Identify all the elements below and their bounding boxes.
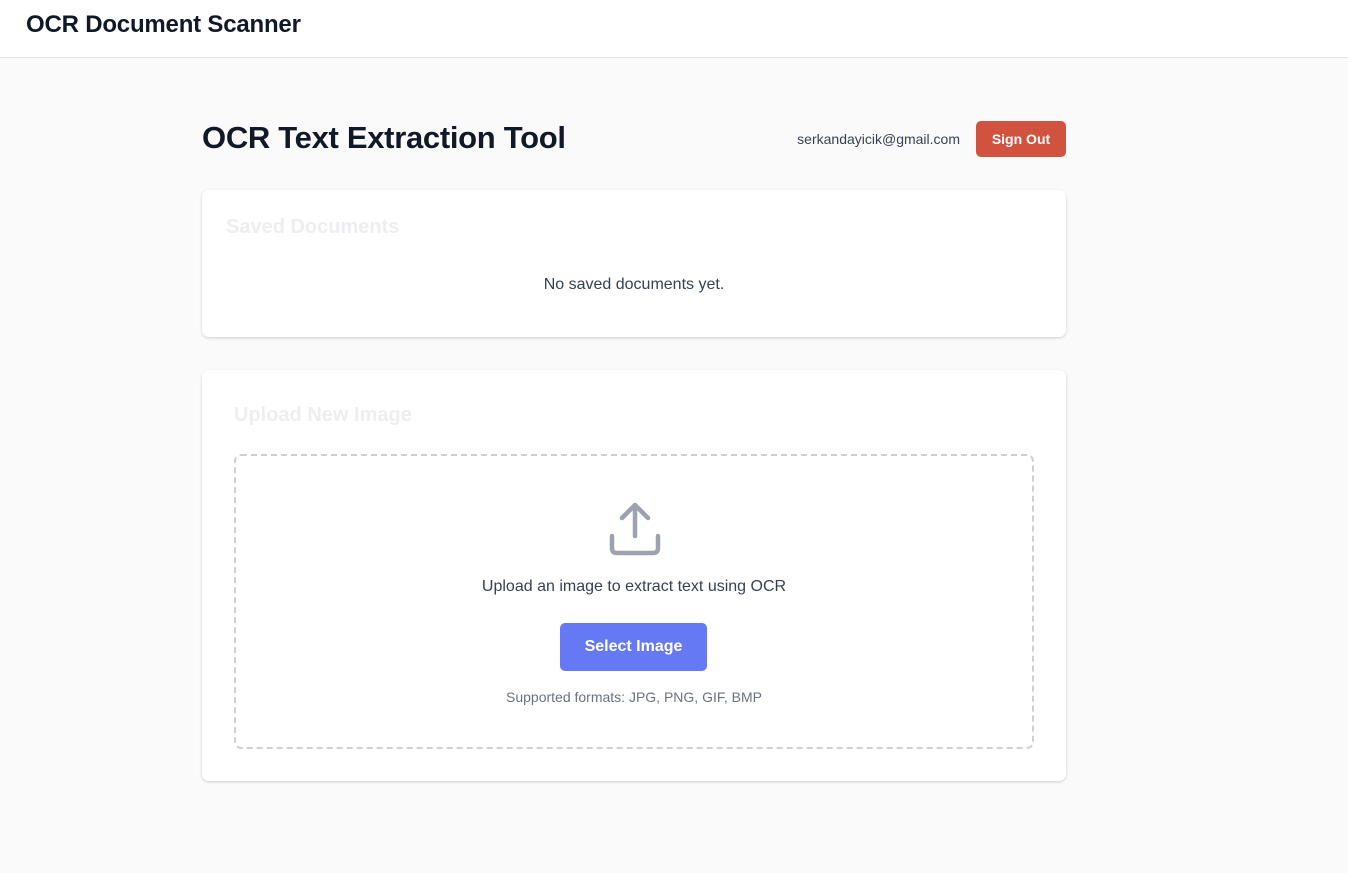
user-email: serkandayicik@gmail.com xyxy=(797,131,960,147)
upload-title: Upload New Image xyxy=(234,404,412,426)
page-title: OCR Text Extraction Tool xyxy=(202,120,566,155)
saved-documents-card: Saved Documents No saved documents yet. xyxy=(202,190,1066,337)
supported-formats: Supported formats: JPG, PNG, GIF, BMP xyxy=(506,689,762,705)
saved-documents-empty-message: No saved documents yet. xyxy=(543,276,725,293)
upload-card: Upload New Image Upload an image to extr… xyxy=(202,370,1066,781)
top-navbar: OCR Document Scanner xyxy=(0,0,1348,58)
sign-out-button[interactable]: Sign Out xyxy=(976,121,1066,157)
upload-dropzone[interactable]: Upload an image to extract text using OC… xyxy=(234,454,1034,749)
main-container: OCR Text Extraction Tool serkandayicik@g… xyxy=(202,58,1066,781)
upload-prompt: Upload an image to extract text using OC… xyxy=(481,578,787,595)
saved-documents-title: Saved Documents xyxy=(226,216,400,238)
page-header: OCR Text Extraction Tool serkandayicik@g… xyxy=(202,58,1066,190)
upload-icon xyxy=(609,502,661,556)
app-title: OCR Document Scanner xyxy=(26,11,301,38)
select-image-button[interactable]: Select Image xyxy=(560,623,707,671)
